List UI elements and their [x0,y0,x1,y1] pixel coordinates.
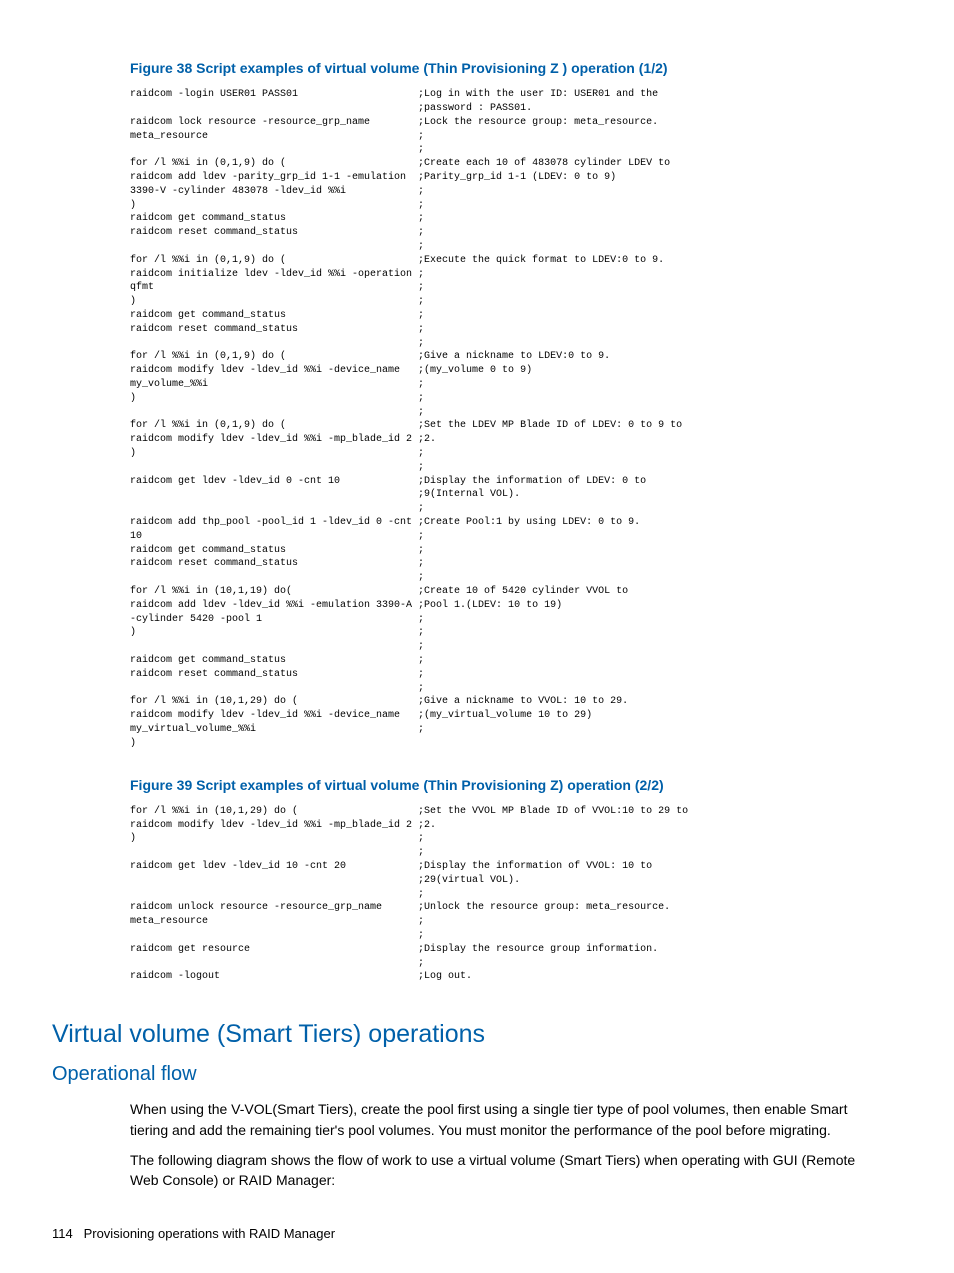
footer-label: Provisioning operations with RAID Manage… [84,1226,335,1241]
paragraph-1: When using the V-VOL(Smart Tiers), creat… [130,1099,877,1140]
page-number: 114 [52,1226,73,1241]
paragraph-2: The following diagram shows the flow of … [130,1150,877,1191]
subsection-heading: Operational flow [52,1060,909,1089]
figure-39-title: Figure 39 Script examples of virtual vol… [130,775,909,795]
figure-38-code: raidcom -login USER01 PASS01 ;Log in wit… [130,88,909,750]
figure-38-title: Figure 38 Script examples of virtual vol… [130,58,909,78]
page-footer: 114 Provisioning operations with RAID Ma… [52,1225,909,1244]
section-heading: Virtual volume (Smart Tiers) operations [52,1016,909,1052]
figure-39-code: for /l %%i in (10,1,29) do ( ;Set the VV… [130,805,909,984]
